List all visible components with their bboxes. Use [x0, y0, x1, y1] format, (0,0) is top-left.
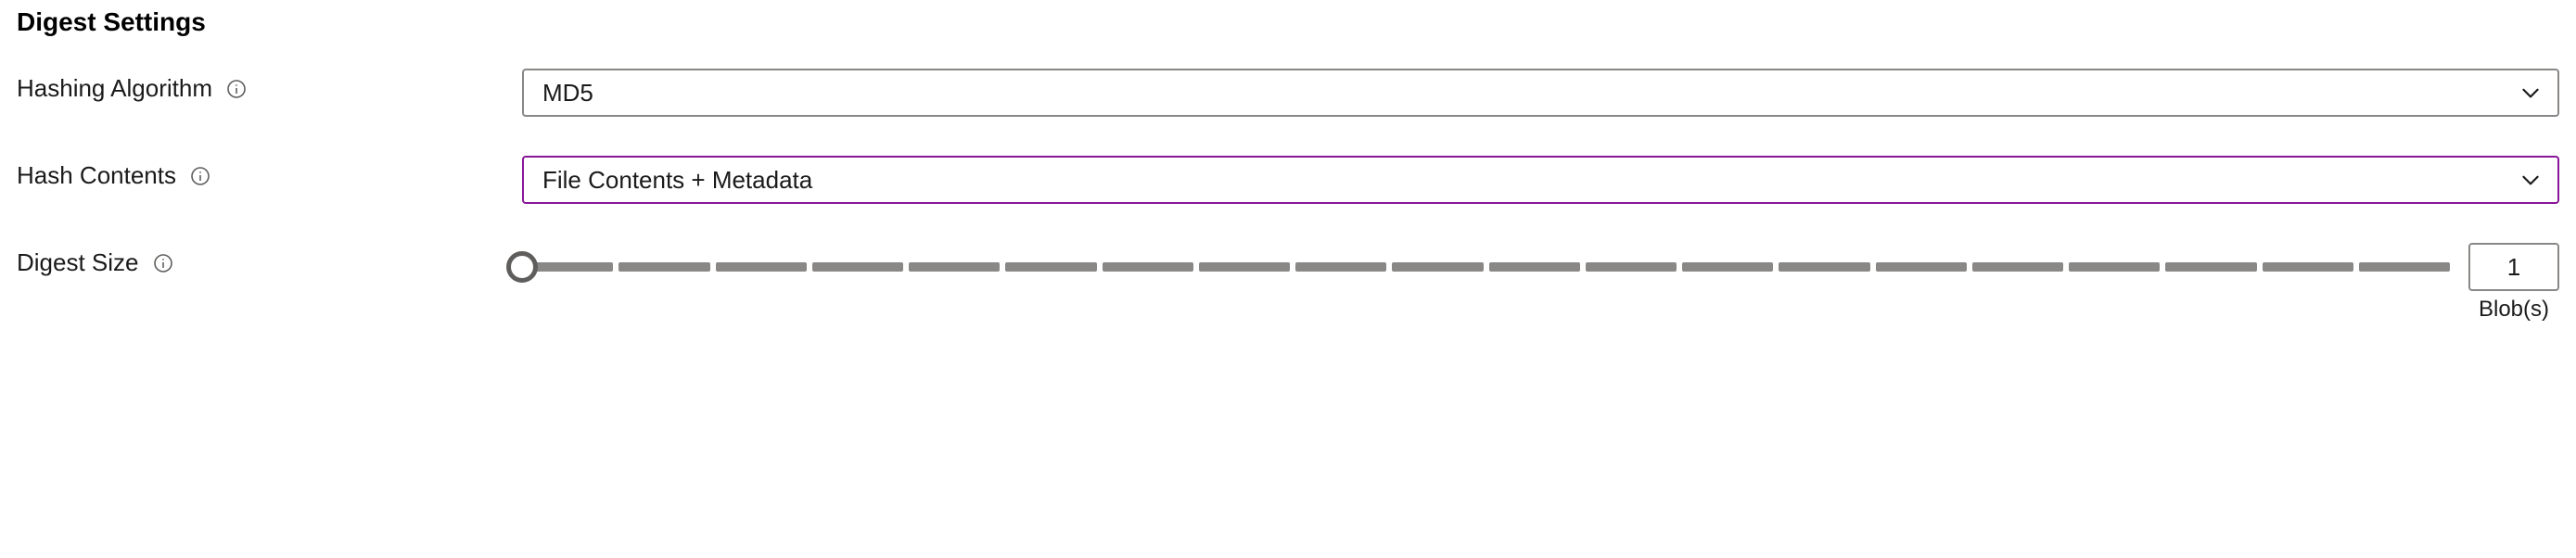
label-text: Hash Contents [17, 161, 176, 190]
hash-contents-select[interactable]: File Contents + Metadata [522, 156, 2559, 204]
slider-segment [812, 262, 903, 272]
digest-size-input[interactable] [2468, 243, 2559, 291]
label-text: Hashing Algorithm [17, 74, 212, 103]
select-value: File Contents + Metadata [542, 166, 812, 195]
slider-thumb[interactable] [506, 251, 538, 283]
row-digest-size: Digest Size Blob(s) [17, 243, 2559, 323]
label-text: Digest Size [17, 248, 139, 277]
slider-segment [1103, 262, 1193, 272]
slider-segment [1972, 262, 2063, 272]
row-hashing-algorithm: Hashing Algorithm MD5 [17, 69, 2559, 119]
label-hashing-algorithm: Hashing Algorithm [17, 69, 522, 103]
slider-segment [2263, 262, 2353, 272]
label-digest-size: Digest Size [17, 243, 522, 277]
info-icon[interactable] [152, 252, 174, 274]
slider-segment [2069, 262, 2160, 272]
slider-segment [1682, 262, 1773, 272]
chevron-down-icon [2519, 168, 2543, 192]
slider-segment [1005, 262, 1096, 272]
row-hash-contents: Hash Contents File Contents + Metadata [17, 156, 2559, 206]
slider-segment [716, 262, 807, 272]
info-icon[interactable] [225, 78, 248, 100]
section-title: Digest Settings [17, 7, 2559, 37]
chevron-down-icon [2519, 81, 2543, 105]
slider-segment [1876, 262, 1967, 272]
slider-segment [1392, 262, 1483, 272]
slider-segment [2359, 262, 2450, 272]
slider-segment [2165, 262, 2256, 272]
digest-size-unit: Blob(s) [2479, 297, 2549, 323]
slider-segment [1586, 262, 1677, 272]
slider-segment [1489, 262, 1580, 272]
slider-segment [1779, 262, 1869, 272]
slider-segment [1199, 262, 1290, 272]
label-hash-contents: Hash Contents [17, 156, 522, 190]
slider-segment [618, 262, 709, 272]
digest-size-slider[interactable] [522, 262, 2450, 272]
slider-segment [1295, 262, 1386, 272]
info-icon[interactable] [189, 165, 211, 187]
select-value: MD5 [542, 79, 593, 108]
hashing-algorithm-select[interactable]: MD5 [522, 69, 2559, 117]
slider-segment [909, 262, 1000, 272]
